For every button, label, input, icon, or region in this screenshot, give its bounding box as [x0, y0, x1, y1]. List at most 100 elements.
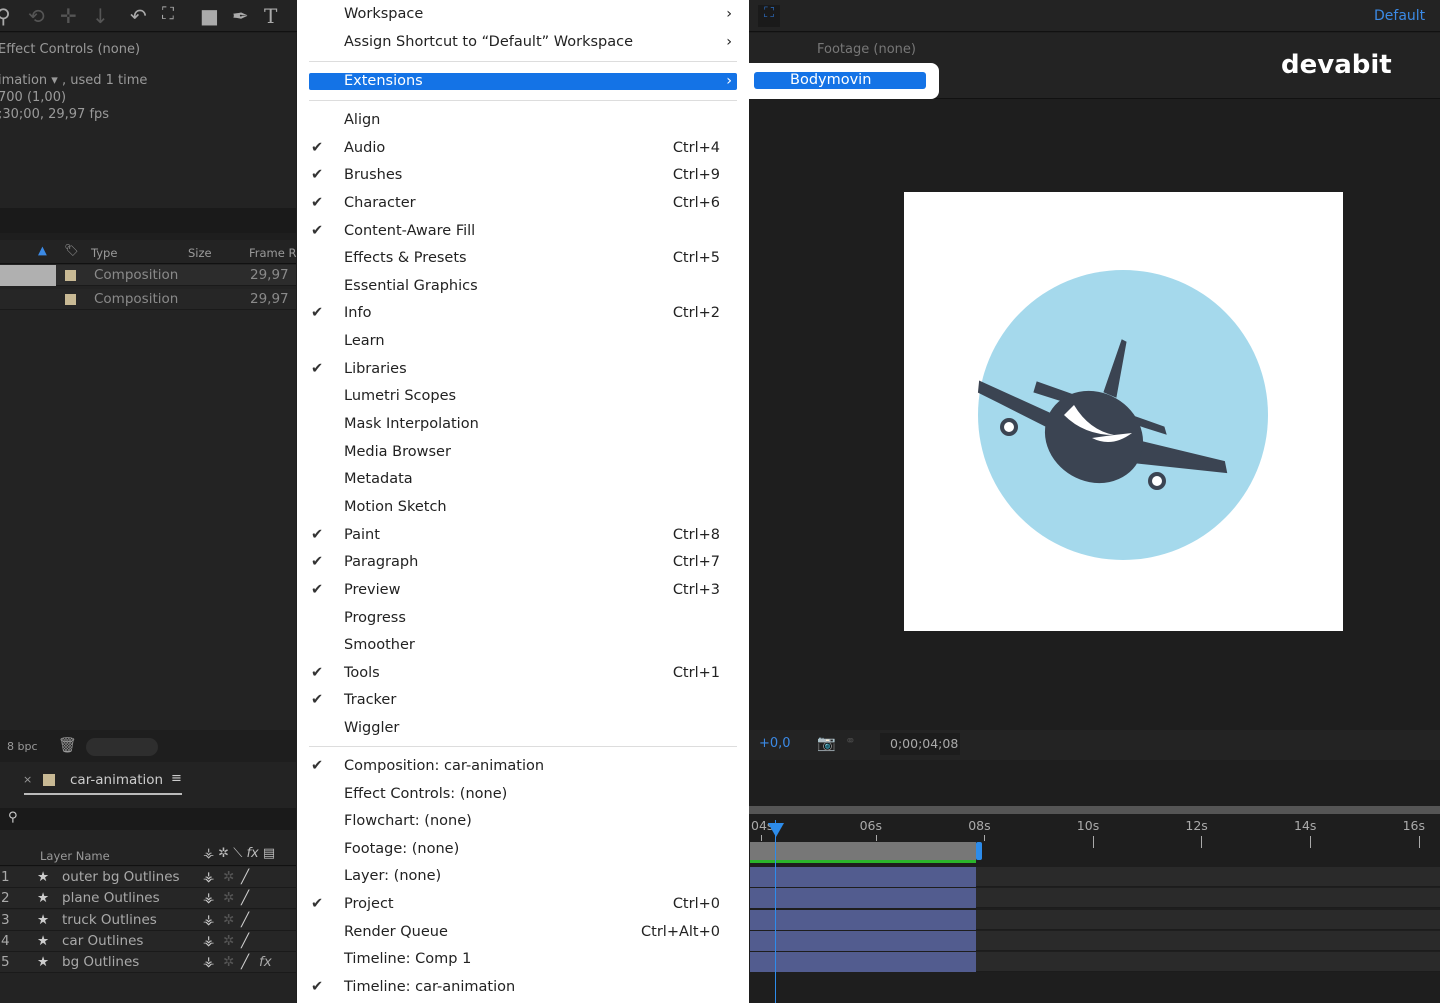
menu-item-wiggler[interactable]: Wiggler — [297, 715, 749, 741]
collapse-switch-icon[interactable]: ✲ — [223, 931, 234, 951]
layer-row[interactable]: 3 ★ truck Outlines ⚶ ✲ ╱ — [0, 909, 296, 931]
footage-tab[interactable]: Footage (none) — [817, 42, 916, 57]
pan-tool-icon[interactable]: ✛ — [60, 4, 77, 28]
anchor-tool-icon[interactable]: ⛶ — [162, 4, 174, 24]
workspace-default[interactable]: Default — [1374, 8, 1425, 24]
layer-duration-bar[interactable] — [750, 888, 976, 909]
rectangle-tool-icon[interactable]: ■ — [200, 4, 219, 28]
menu-item-label: Smoother — [344, 637, 415, 654]
menu-item-mask-interpolation[interactable]: Mask Interpolation — [297, 411, 749, 437]
shy-switch-icon[interactable]: ⚶ — [203, 867, 214, 887]
playhead-handle[interactable] — [768, 823, 784, 837]
menu-item-paint[interactable]: ✔ Paint Ctrl+8 — [297, 522, 749, 548]
exposure-value[interactable]: +0,0 — [759, 736, 791, 751]
menu-item-timeline-comp-1[interactable]: Timeline: Comp 1 — [297, 946, 749, 972]
menu-item-footage-none[interactable]: Footage: (none) — [297, 836, 749, 862]
menu-item-character[interactable]: ✔ Character Ctrl+6 — [297, 190, 749, 216]
shy-switch-icon[interactable]: ⚶ — [203, 910, 214, 930]
effect-controls-title[interactable]: Effect Controls (none) — [0, 42, 140, 57]
watermark-logo: devabit — [1281, 50, 1392, 80]
zoom-tool-icon[interactable]: ⚲ — [0, 4, 11, 28]
work-area-end-handle[interactable] — [976, 842, 982, 860]
layer-row[interactable]: 1 ★ outer bg Outlines ⚶ ✲ ╱ — [0, 867, 296, 888]
collapse-switch-icon[interactable]: ✲ — [223, 910, 234, 930]
project-row[interactable]: Composition 29,97 — [0, 265, 296, 286]
menu-item-lumetri-scopes[interactable]: Lumetri Scopes — [297, 383, 749, 409]
shy-switch-icon[interactable]: ⚶ — [203, 952, 214, 972]
column-type[interactable]: Type — [91, 246, 117, 260]
menu-item-align[interactable]: Align — [297, 107, 749, 133]
menu-item-motion-sketch[interactable]: Motion Sketch — [297, 494, 749, 520]
menu-item-progress[interactable]: Progress — [297, 605, 749, 631]
effects-switch-icon[interactable]: fx — [259, 952, 272, 972]
panel-menu-icon[interactable]: ≡ — [171, 771, 182, 786]
shy-switch-icon[interactable]: ⚶ — [203, 931, 214, 951]
quality-switch-icon[interactable]: ╱ — [241, 867, 249, 887]
menu-item-learn[interactable]: Learn — [297, 328, 749, 354]
rotate-tool-icon[interactable]: ↶ — [130, 4, 147, 28]
menu-item-paragraph[interactable]: ✔ Paragraph Ctrl+7 — [297, 549, 749, 575]
menu-item-extensions[interactable]: Extensions › — [297, 68, 749, 94]
timeline-tab[interactable]: car-animation — [70, 772, 163, 788]
project-scrollbar[interactable] — [86, 738, 158, 756]
current-time-display[interactable]: 0;00;04;08 — [880, 733, 960, 755]
menu-item-media-browser[interactable]: Media Browser — [297, 439, 749, 465]
layer-duration-bar[interactable] — [750, 930, 976, 951]
shy-switch-icon[interactable]: ⚶ — [203, 888, 214, 908]
submenu-item-bodymovin[interactable]: Bodymovin — [754, 72, 926, 89]
layer-row[interactable]: 4 ★ car Outlines ⚶ ✲ ╱ — [0, 930, 296, 952]
menu-item-composition-car-animation[interactable]: ✔ Composition: car-animation — [297, 753, 749, 779]
bit-depth-button[interactable]: 8 bpc — [7, 740, 38, 753]
close-tab-icon[interactable]: × — [23, 773, 32, 786]
menu-item-render-queue[interactable]: Render Queue Ctrl+Alt+0 — [297, 919, 749, 945]
menu-item-preview[interactable]: ✔ Preview Ctrl+3 — [297, 577, 749, 603]
menu-item-smoother[interactable]: Smoother — [297, 632, 749, 658]
menu-item-workspace[interactable]: Workspace › — [297, 1, 749, 27]
project-row[interactable]: Composition 29,97 — [0, 289, 296, 310]
menu-item-essential-graphics[interactable]: Essential Graphics — [297, 273, 749, 299]
work-area-bar[interactable] — [750, 842, 976, 860]
orbit-tool-icon[interactable]: ⟲ — [28, 4, 45, 28]
menu-item-layer-none[interactable]: Layer: (none) — [297, 863, 749, 889]
column-layer-name[interactable]: Layer Name — [40, 849, 110, 863]
sort-ascending-icon[interactable]: ▲ — [38, 243, 47, 257]
menu-item-audio[interactable]: ✔ Audio Ctrl+4 — [297, 135, 749, 161]
type-tool-icon[interactable]: T — [264, 4, 277, 28]
layer-duration-bar[interactable] — [750, 952, 976, 973]
collapse-switch-icon[interactable]: ✲ — [223, 952, 234, 972]
layer-duration-bar[interactable] — [750, 909, 976, 930]
column-size[interactable]: Size — [188, 246, 212, 260]
menu-item-tracker[interactable]: ✔ Tracker — [297, 687, 749, 713]
quality-switch-icon[interactable]: ╱ — [241, 910, 249, 930]
collapse-switch-icon[interactable]: ✲ — [223, 888, 234, 908]
quality-switch-icon[interactable]: ╱ — [241, 888, 249, 908]
layer-row[interactable]: 5 ★ bg Outlines ⚶ ✲ ╱ fx — [0, 952, 296, 974]
menu-item-info[interactable]: ✔ Info Ctrl+2 — [297, 300, 749, 326]
label-tag-icon[interactable]: 🏷 — [64, 243, 79, 257]
dolly-tool-icon[interactable]: ↓ — [92, 4, 109, 28]
menu-item-timeline-car-animation[interactable]: ✔ Timeline: car-animation — [297, 974, 749, 1000]
menu-item-tools[interactable]: ✔ Tools Ctrl+1 — [297, 660, 749, 686]
layer-row[interactable]: 2 ★ plane Outlines ⚶ ✲ ╱ — [0, 888, 296, 910]
menu-item-effect-controls-none[interactable]: Effect Controls: (none) — [297, 781, 749, 807]
menu-item-libraries[interactable]: ✔ Libraries — [297, 356, 749, 382]
menu-item-effects-presets[interactable]: Effects & Presets Ctrl+5 — [297, 245, 749, 271]
trash-icon[interactable]: 🗑 — [58, 736, 77, 754]
quality-switch-icon[interactable]: ╱ — [241, 952, 249, 972]
snapshot-camera-icon[interactable]: 📷 — [817, 734, 836, 752]
menu-item-assign-shortcut-to-default-workspace[interactable]: Assign Shortcut to “Default” Workspace › — [297, 29, 749, 55]
quality-switch-icon[interactable]: ╱ — [241, 931, 249, 951]
pen-tool-icon[interactable]: ✒ — [232, 4, 249, 28]
menu-item-content-aware-fill[interactable]: ✔ Content-Aware Fill — [297, 218, 749, 244]
snapping-icon[interactable]: ⛶ — [758, 5, 780, 27]
menu-item-project[interactable]: ✔ Project Ctrl+0 — [297, 891, 749, 917]
layer-search-input[interactable]: ⚲ — [0, 808, 296, 830]
project-search-bar[interactable] — [0, 208, 296, 233]
menu-item-brushes[interactable]: ✔ Brushes Ctrl+9 — [297, 162, 749, 188]
menu-item-flowchart-none[interactable]: Flowchart: (none) — [297, 808, 749, 834]
menu-item-metadata[interactable]: Metadata — [297, 466, 749, 492]
show-snapshot-icon[interactable]: ⚭ — [845, 734, 856, 749]
timeline-navigator[interactable] — [749, 806, 1440, 814]
layer-duration-bar[interactable] — [750, 867, 976, 887]
collapse-switch-icon[interactable]: ✲ — [223, 867, 234, 887]
